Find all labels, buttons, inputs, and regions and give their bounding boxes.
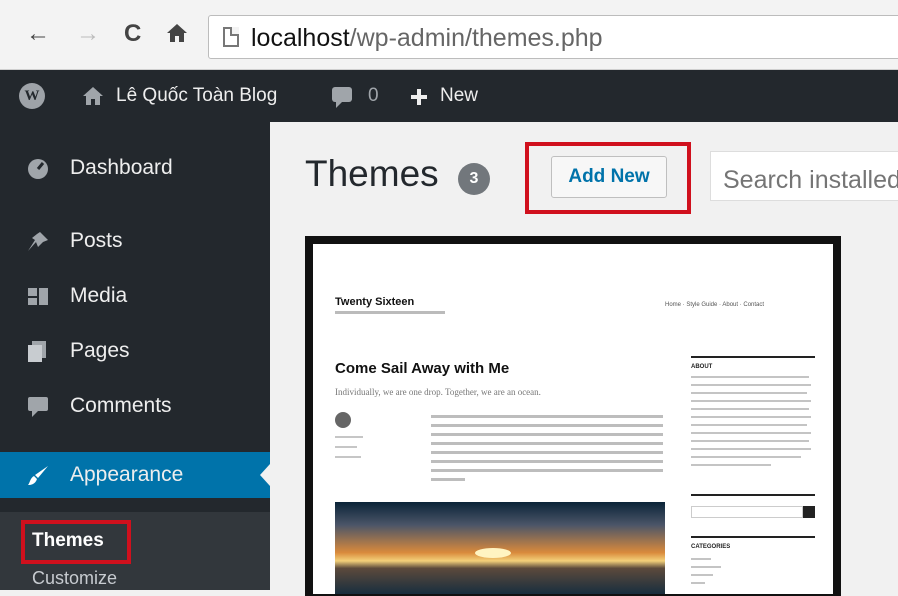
- submenu-themes[interactable]: Themes: [21, 520, 131, 564]
- preview-body-line: [431, 469, 663, 472]
- preview-widget-categories: CATEGORIES: [691, 544, 731, 550]
- pin-icon: [28, 232, 48, 251]
- preview-widget-about: ABOUT: [691, 364, 713, 370]
- preview-body-line: [431, 451, 663, 454]
- sidebar-item-dashboard[interactable]: Dashboard: [0, 145, 270, 191]
- preview-widget-line: [691, 400, 811, 402]
- page-title: Themes: [305, 153, 439, 194]
- plus-icon: [411, 89, 427, 105]
- wordpress-logo-icon[interactable]: W: [19, 83, 45, 109]
- sidebar-item-posts[interactable]: Posts: [0, 218, 270, 264]
- add-new-button[interactable]: Add New: [551, 156, 667, 198]
- preview-body-line: [431, 478, 465, 481]
- sidebar-item-appearance[interactable]: Appearance: [0, 452, 270, 498]
- page-icon: [223, 27, 239, 47]
- preview-body-line: [431, 433, 663, 436]
- theme-card[interactable]: Twenty Sixteen Home · Style Guide · Abou…: [305, 236, 841, 596]
- preview-body-line: [431, 442, 663, 445]
- sidebar-item-pages[interactable]: Pages: [0, 328, 270, 374]
- admin-sidebar: Dashboard Posts Media Pages Comments App…: [0, 122, 270, 590]
- theme-screenshot[interactable]: Twenty Sixteen Home · Style Guide · Abou…: [313, 244, 833, 594]
- preview-widget-line: [691, 408, 809, 410]
- preview-search-field: [691, 506, 803, 518]
- comment-icon: [28, 397, 48, 417]
- preview-body-line: [431, 424, 663, 427]
- preview-meta-line: [335, 436, 363, 438]
- submenu-customize[interactable]: Customize: [32, 568, 117, 589]
- preview-widget-line: [691, 448, 811, 450]
- back-icon[interactable]: ←: [26, 22, 50, 46]
- preview-post-title: Come Sail Away with Me: [335, 360, 510, 377]
- url-text[interactable]: localhost/wp-admin/themes.php: [251, 24, 603, 53]
- preview-lead: Individually, we are one drop. Together,…: [335, 387, 541, 397]
- sidebar-item-comments[interactable]: Comments: [0, 383, 270, 429]
- comment-icon[interactable]: [332, 87, 352, 108]
- preview-nav: Home · Style Guide · About · Contact: [665, 302, 765, 308]
- preview-site-title: Twenty Sixteen: [335, 296, 415, 308]
- preview-widget-line: [691, 416, 811, 418]
- preview-widget-rule: [691, 356, 815, 358]
- preview-widget-line: [691, 574, 713, 576]
- media-icon: [28, 288, 48, 305]
- preview-body-line: [431, 460, 663, 463]
- preview-widget-line: [691, 424, 807, 426]
- forward-icon[interactable]: →: [76, 22, 100, 46]
- wp-admin-bar: W Lê Quốc Toàn Blog 0 New: [0, 70, 898, 122]
- preview-meta-line: [335, 456, 361, 458]
- sidebar-item-media[interactable]: Media: [0, 273, 270, 319]
- brush-icon: [28, 466, 48, 485]
- browser-toolbar: ← → C localhost/wp-admin/themes.php: [0, 0, 898, 70]
- preview-widget-line: [691, 432, 811, 434]
- theme-count-badge: 3: [458, 163, 490, 195]
- pages-icon: [28, 341, 46, 362]
- preview-site-description: [335, 311, 445, 314]
- preview-search-button: [803, 506, 815, 518]
- search-themes-input[interactable]: [710, 151, 898, 201]
- preview-widget-line: [691, 384, 811, 386]
- comments-count[interactable]: 0: [368, 85, 379, 107]
- reload-icon[interactable]: C: [124, 22, 141, 46]
- preview-avatar: [335, 412, 351, 428]
- preview-sunset-image: [335, 502, 665, 594]
- preview-body-line: [431, 415, 663, 418]
- home-icon[interactable]: [165, 22, 189, 44]
- site-name-link[interactable]: Lê Quốc Toàn Blog: [116, 85, 277, 107]
- new-content-link[interactable]: New: [440, 85, 478, 107]
- preview-meta-line: [335, 446, 357, 448]
- preview-widget-line: [691, 440, 809, 442]
- dashboard-icon: [28, 159, 48, 179]
- preview-widget-rule: [691, 494, 815, 496]
- preview-widget-line: [691, 566, 721, 568]
- preview-widget-rule: [691, 536, 815, 538]
- preview-widget-line: [691, 376, 809, 378]
- preview-widget-line: [691, 558, 711, 560]
- address-bar[interactable]: localhost/wp-admin/themes.php: [208, 15, 898, 59]
- preview-widget-line: [691, 392, 807, 394]
- home-icon: [83, 87, 103, 105]
- preview-widget-line: [691, 464, 771, 466]
- preview-widget-line: [691, 582, 705, 584]
- preview-widget-line: [691, 456, 801, 458]
